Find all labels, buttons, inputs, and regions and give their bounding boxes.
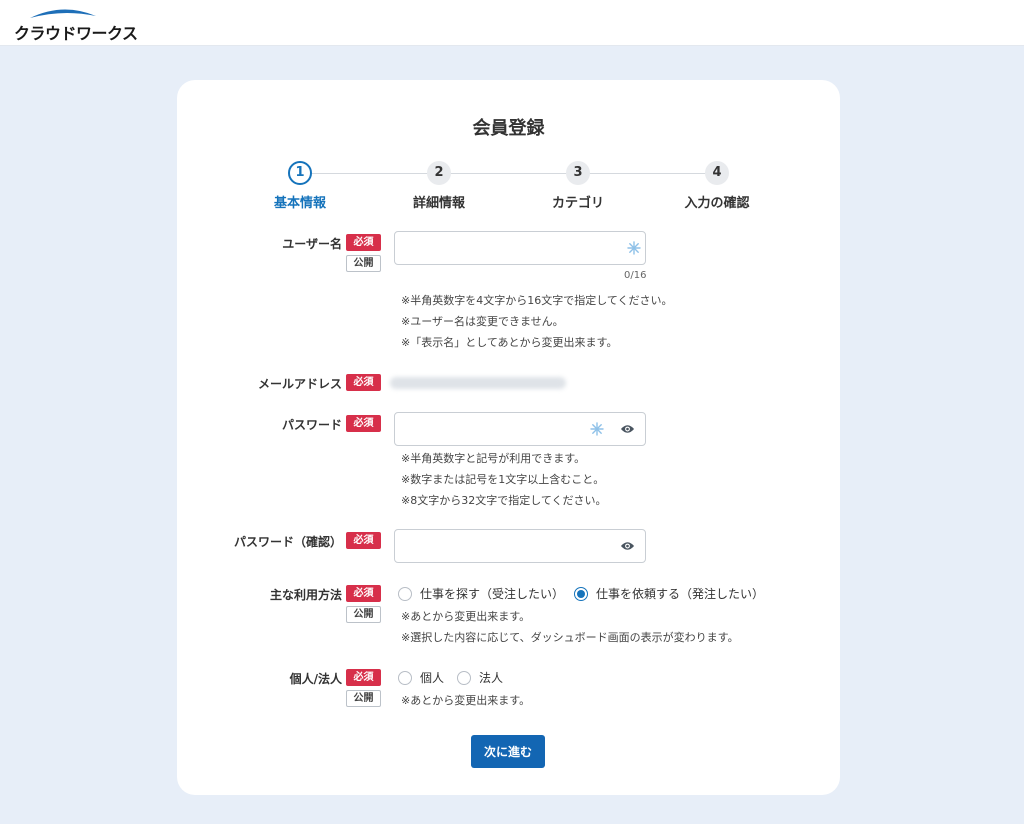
password-input[interactable] (403, 414, 603, 444)
site-header: クラウドワークス (0, 0, 1024, 46)
registration-card: 会員登録 1 基本情報 2 詳細情報 3 カテゴリ 4 入力の確認 ユーザー名 … (177, 80, 840, 795)
radio-label: 仕事を依頼する（発注したい） (596, 587, 765, 601)
required-badge: 必須 (346, 234, 381, 251)
password-confirm-field[interactable] (394, 529, 646, 563)
step-label: カテゴリ (551, 196, 604, 211)
username-note: ※「表示名」としてあとから変更出来ます。 (401, 336, 618, 349)
password-confirm-label: パスワード（確認） (233, 535, 342, 549)
radio-label: 法人 (479, 671, 504, 685)
usage-note: ※選択した内容に応じて、ダッシュボード画面の表示が変わります。 (401, 631, 739, 644)
eye-icon[interactable] (620, 540, 635, 552)
step-label: 入力の確認 (684, 196, 750, 211)
logo-arc-icon (30, 9, 96, 18)
site-logo[interactable]: クラウドワークス (14, 6, 138, 43)
password-note: ※数字または記号を1文字以上含むこと。 (401, 473, 605, 486)
username-note: ※半角英数字を4文字から16文字で指定してください。 (401, 294, 673, 307)
password-confirm-input[interactable] (403, 531, 603, 561)
sparkle-icon (627, 241, 641, 255)
radio-find-work[interactable]: 仕事を探す（受注したい） (398, 585, 564, 602)
step-basic-info: 1 基本情報 (240, 161, 360, 211)
email-label: メールアドレス (257, 377, 342, 391)
entity-note: ※あとから変更出来ます。 (401, 694, 531, 707)
email-value-redacted (390, 377, 566, 389)
eye-icon[interactable] (620, 423, 635, 435)
password-note: ※半角英数字と記号が利用できます。 (401, 452, 586, 465)
password-label: パスワード (281, 418, 342, 432)
step-number: 1 (288, 161, 312, 185)
page-title: 会員登録 (472, 118, 545, 139)
radio-corporation[interactable]: 法人 (457, 669, 503, 686)
step-confirm: 4 入力の確認 (657, 161, 777, 211)
sparkle-icon (590, 422, 604, 436)
radio-label: 個人 (420, 671, 445, 685)
password-field[interactable] (394, 412, 646, 446)
required-badge: 必須 (346, 532, 381, 549)
entity-label: 個人/法人 (289, 672, 342, 686)
public-badge: 公開 (346, 690, 381, 707)
step-label: 詳細情報 (412, 196, 465, 211)
radio-individual[interactable]: 個人 (398, 669, 444, 686)
usage-note: ※あとから変更出来ます。 (401, 610, 531, 623)
username-counter: 0/16 (624, 270, 647, 281)
required-badge: 必須 (346, 585, 381, 602)
required-badge: 必須 (346, 374, 381, 391)
public-badge: 公開 (346, 255, 381, 272)
username-label: ユーザー名 (282, 237, 342, 251)
step-number: 4 (705, 161, 729, 185)
username-field[interactable] (394, 231, 646, 265)
required-badge: 必須 (346, 669, 381, 686)
stepper-line (300, 173, 717, 174)
radio-circle[interactable] (398, 670, 412, 685)
password-note: ※8文字から32文字で指定してください。 (401, 494, 607, 507)
usage-label: 主な利用方法 (269, 588, 342, 602)
step-number: 2 (427, 161, 451, 185)
step-category: 3 カテゴリ (518, 161, 638, 211)
username-input[interactable] (403, 233, 603, 263)
radio-request-work[interactable]: 仕事を依頼する（発注したい） (574, 585, 764, 602)
logo-text: クラウドワークス (14, 24, 138, 43)
radio-circle[interactable] (457, 670, 471, 685)
username-note: ※ユーザー名は変更できません。 (401, 315, 564, 328)
next-button[interactable]: 次に進む (471, 735, 545, 768)
step-label: 基本情報 (273, 196, 326, 211)
radio-circle[interactable] (398, 586, 412, 601)
step-number: 3 (566, 161, 590, 185)
public-badge: 公開 (346, 606, 381, 623)
radio-circle-selected[interactable] (574, 586, 588, 601)
radio-label: 仕事を探す（受注したい） (420, 587, 565, 601)
required-badge: 必須 (346, 415, 381, 432)
step-detail-info: 2 詳細情報 (379, 161, 499, 211)
